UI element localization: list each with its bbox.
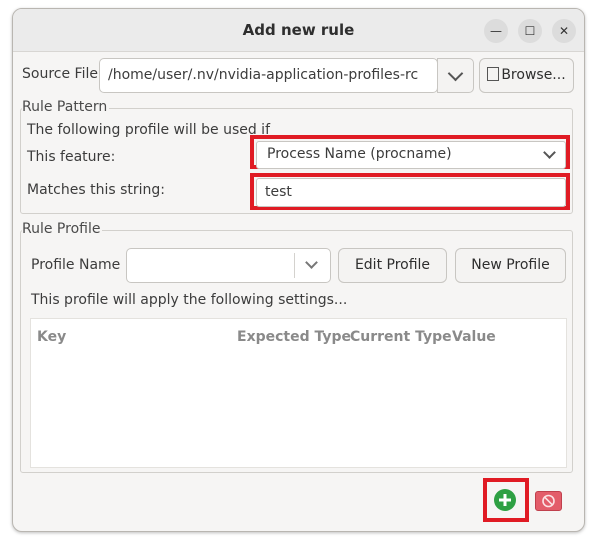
minimize-button[interactable]: — xyxy=(484,19,508,43)
feature-label: This feature: xyxy=(27,149,116,165)
column-header-value[interactable]: Value xyxy=(452,329,496,345)
feature-select-value: Process Name (procname) xyxy=(267,146,452,162)
feature-select[interactable]: Process Name (procname) xyxy=(256,141,566,169)
new-profile-button[interactable]: New Profile xyxy=(455,248,566,283)
combo-divider xyxy=(294,253,295,278)
rule-pattern-description: The following profile will be used if xyxy=(27,122,271,138)
source-file-dropdown-button[interactable] xyxy=(437,58,474,93)
source-file-label: Source File xyxy=(22,66,98,82)
plus-circle-icon xyxy=(499,494,511,506)
maximize-button[interactable]: ☐ xyxy=(518,19,542,43)
title-bar: Add new rule — ☐ ✕ xyxy=(13,9,584,52)
profile-name-label: Profile Name xyxy=(31,257,121,273)
match-string-input[interactable]: test xyxy=(256,178,566,207)
remove-rule-button[interactable] xyxy=(535,491,562,511)
source-file-combo[interactable]: /home/user/.nv/nvidia-application-profil… xyxy=(99,58,438,93)
add-rule-button[interactable] xyxy=(494,489,516,511)
chevron-down-icon xyxy=(447,65,464,82)
rule-pattern-legend: Rule Pattern xyxy=(22,99,110,115)
column-header-current-type[interactable]: Current Type xyxy=(350,329,452,345)
column-header-expected-type[interactable]: Expected Type xyxy=(237,329,351,345)
rule-profile-legend: Rule Profile xyxy=(22,221,103,237)
browse-button[interactable]: Browse... xyxy=(479,58,574,93)
chevron-down-icon xyxy=(543,146,556,159)
column-header-key[interactable]: Key xyxy=(37,329,66,345)
match-string-value: test xyxy=(265,184,292,200)
edit-profile-button[interactable]: Edit Profile xyxy=(338,248,447,283)
source-file-value: /home/user/.nv/nvidia-application-profil… xyxy=(108,67,419,83)
chevron-down-icon xyxy=(305,256,318,269)
file-icon xyxy=(487,67,500,81)
browse-label: Browse... xyxy=(501,67,566,83)
add-new-rule-dialog: Add new rule — ☐ ✕ Source File /home/use… xyxy=(12,8,585,532)
match-label: Matches this string: xyxy=(27,182,165,198)
no-entry-icon xyxy=(542,494,555,508)
settings-description: This profile will apply the following se… xyxy=(31,292,348,308)
profile-name-combo[interactable] xyxy=(126,248,331,283)
close-button[interactable]: ✕ xyxy=(552,19,576,43)
